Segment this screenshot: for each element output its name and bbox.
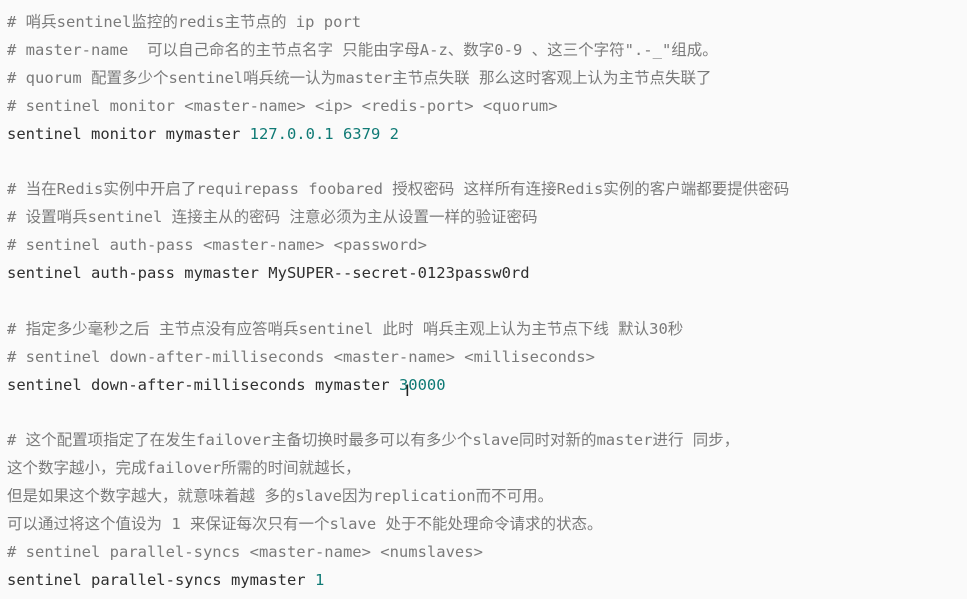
command-value: 127.0.0.1 6379 2 bbox=[249, 124, 399, 143]
code-line-14: sentinel down-after-milliseconds mymaste… bbox=[7, 372, 967, 400]
code-line-16: # 这个配置项指定了在发生failover主备切换时最多可以有多少个slave同… bbox=[7, 427, 967, 455]
comment-text: 但是如果这个数字越大，就意味着越 多的slave因为replication而不可… bbox=[7, 487, 554, 506]
code-line-1: # 哨兵sentinel监控的redis主节点的 ip port bbox=[7, 9, 967, 37]
code-line-3: # quorum 配置多少个sentinel哨兵统一认为master主节点失联 … bbox=[7, 65, 967, 93]
code-line-19: 可以通过将这个值设为 1 来保证每次只有一个slave 处于不能处理命令请求的状… bbox=[7, 511, 967, 539]
comment-text: # sentinel down-after-milliseconds <mast… bbox=[7, 347, 595, 366]
code-line-10: sentinel auth-pass mymaster MySUPER--sec… bbox=[7, 260, 967, 288]
code-line-13: # sentinel down-after-milliseconds <mast… bbox=[7, 344, 967, 372]
comment-text: # 当在Redis实例中开启了requirepass foobared 授权密码… bbox=[7, 180, 790, 199]
code-line-18: 但是如果这个数字越大，就意味着越 多的slave因为replication而不可… bbox=[7, 483, 967, 511]
code-line-8: # 设置哨兵sentinel 连接主从的密码 注意必须为主从设置一样的验证密码 bbox=[7, 204, 967, 232]
code-line-20: # sentinel parallel-syncs <master-name> … bbox=[7, 539, 967, 567]
command-text: sentinel down-after-milliseconds mymaste… bbox=[7, 375, 399, 394]
code-line-4: # sentinel monitor <master-name> <ip> <r… bbox=[7, 93, 967, 121]
comment-text: # sentinel monitor <master-name> <ip> <r… bbox=[7, 96, 558, 115]
comment-text: # sentinel parallel-syncs <master-name> … bbox=[7, 542, 483, 561]
comment-text: # sentinel auth-pass <master-name> <pass… bbox=[7, 236, 427, 255]
comment-text: 可以通过将这个值设为 1 来保证每次只有一个slave 处于不能处理命令请求的状… bbox=[7, 515, 603, 534]
code-block: # 哨兵sentinel监控的redis主节点的 ip port # maste… bbox=[0, 0, 967, 599]
command-text: sentinel auth-pass mymaster MySUPER--sec… bbox=[7, 264, 530, 283]
code-line-2: # master-name 可以自己命名的主节点名字 只能由字母A-z、数字0-… bbox=[7, 37, 967, 65]
code-line-17: 这个数字越小，完成failover所需的时间就越长， bbox=[7, 455, 967, 483]
comment-text: # 指定多少毫秒之后 主节点没有应答哨兵sentinel 此时 哨兵主观上认为主… bbox=[7, 319, 684, 338]
comment-text: # quorum 配置多少个sentinel哨兵统一认为master主节点失联 … bbox=[7, 68, 712, 87]
code-line-12: # 指定多少毫秒之后 主节点没有应答哨兵sentinel 此时 哨兵主观上认为主… bbox=[7, 316, 967, 344]
code-line-9: # sentinel auth-pass <master-name> <pass… bbox=[7, 232, 967, 260]
code-line-5: sentinel monitor mymaster 127.0.0.1 6379… bbox=[7, 121, 967, 149]
text-cursor-icon: I bbox=[405, 381, 410, 400]
code-line-7: # 当在Redis实例中开启了requirepass foobared 授权密码… bbox=[7, 176, 967, 204]
comment-text: # 设置哨兵sentinel 连接主从的密码 注意必须为主从设置一样的验证密码 bbox=[7, 208, 538, 227]
comment-text: # 哨兵sentinel监控的redis主节点的 ip port bbox=[7, 13, 362, 31]
command-text: sentinel monitor mymaster bbox=[7, 124, 250, 143]
comment-text: # 这个配置项指定了在发生failover主备切换时最多可以有多少个slave同… bbox=[7, 431, 740, 450]
command-text: sentinel parallel-syncs mymaster bbox=[7, 570, 315, 589]
comment-text: # master-name 可以自己命名的主节点名字 只能由字母A-z、数字0-… bbox=[7, 40, 718, 59]
comment-text: 这个数字越小，完成failover所需的时间就越长， bbox=[7, 459, 361, 478]
code-line-21: sentinel parallel-syncs mymaster 1 bbox=[7, 567, 967, 595]
command-value: 1 bbox=[314, 570, 325, 589]
